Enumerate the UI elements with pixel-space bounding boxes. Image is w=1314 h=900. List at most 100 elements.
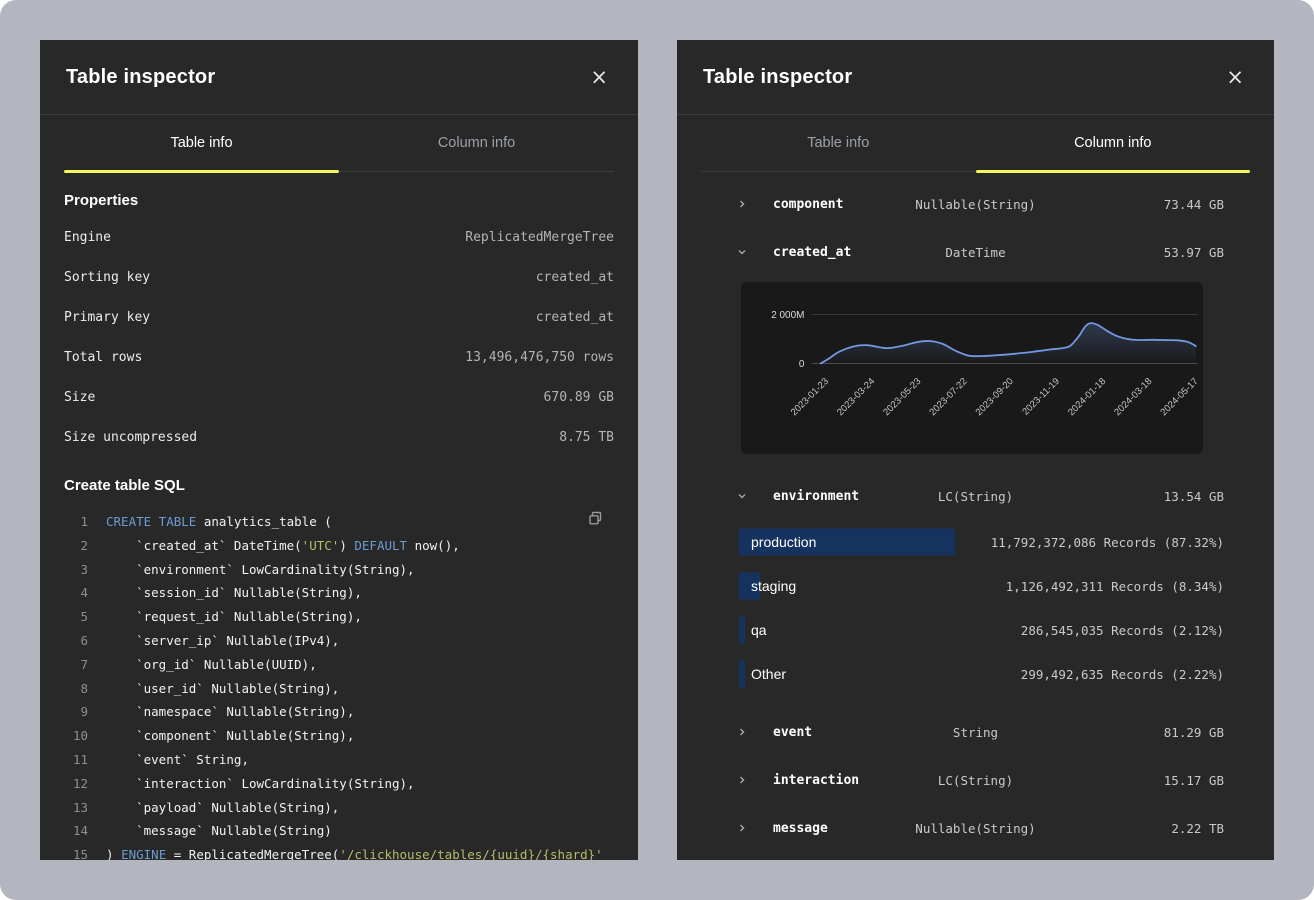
copy-icon[interactable] bbox=[587, 510, 604, 530]
tab-column-info[interactable]: Column info bbox=[339, 115, 614, 171]
svg-text:2023-05-23: 2023-05-23 bbox=[881, 376, 923, 418]
chevron-down-icon bbox=[737, 246, 749, 258]
sql-source: CREATE TABLE analytics_table ( bbox=[106, 510, 332, 534]
dialog-header: Table inspector × bbox=[40, 40, 638, 115]
sql-line: 8 `user_id` Nullable(String), bbox=[64, 677, 614, 701]
value-bar-row-staging: staging 1,126,492,311 Records (8.34%) bbox=[701, 564, 1250, 608]
value-label: Other bbox=[751, 666, 786, 682]
line-number: 2 bbox=[64, 534, 88, 558]
column-size: 53.97 GB bbox=[1164, 245, 1224, 260]
chevron-right-icon bbox=[737, 822, 749, 834]
sql-line: 9 `namespace` Nullable(String), bbox=[64, 700, 614, 724]
column-row-message[interactable]: messageNullable(String)2.22 TB bbox=[701, 804, 1250, 852]
sql-line: 15) ENGINE = ReplicatedMergeTree('/click… bbox=[64, 843, 614, 860]
property-row-primary-key: Primary key created_at bbox=[64, 297, 614, 337]
property-value: 670.89 GB bbox=[544, 390, 614, 405]
column-row-environment[interactable]: environmentLC(String)13.54 GB bbox=[701, 472, 1250, 520]
property-row-sorting-key: Sorting keycreated_at bbox=[64, 257, 614, 297]
line-number: 1 bbox=[64, 510, 88, 534]
sql-source: `namespace` Nullable(String), bbox=[106, 700, 354, 724]
column-row-component[interactable]: component Nullable(String) 73.44 GB bbox=[701, 180, 1250, 228]
value-label: staging bbox=[751, 578, 796, 594]
line-number: 4 bbox=[64, 581, 88, 605]
column-type: String bbox=[953, 725, 998, 740]
svg-text:0: 0 bbox=[799, 359, 805, 370]
close-icon[interactable]: × bbox=[1222, 65, 1248, 90]
line-number: 6 bbox=[64, 629, 88, 653]
value-bar-row-qa: qa286,545,035 Records (2.12%) bbox=[701, 608, 1250, 652]
table-info-scroll-area[interactable]: Properties EngineReplicatedMergeTreeSort… bbox=[40, 172, 638, 860]
sql-source: `created_at` DateTime('UTC') DEFAULT now… bbox=[106, 534, 460, 558]
svg-text:2024-03-18: 2024-03-18 bbox=[1112, 376, 1154, 418]
property-row-engine: Engine ReplicatedMergeTree bbox=[64, 217, 614, 257]
sql-line: 13 `payload` Nullable(String), bbox=[64, 796, 614, 820]
line-number: 10 bbox=[64, 724, 88, 748]
sql-line: 14 `message` Nullable(String) bbox=[64, 819, 614, 843]
value-count: 1,126,492,311 Records (8.34%) bbox=[1006, 579, 1224, 594]
sql-line: 3 `environment` LowCardinality(String), bbox=[64, 558, 614, 582]
property-label: Size bbox=[64, 390, 95, 405]
dialog-title: Table inspector bbox=[703, 66, 852, 89]
tab-bar: Table infoColumn info bbox=[701, 115, 1250, 172]
svg-text:2 000M: 2 000M bbox=[771, 310, 804, 321]
table-inspector-dialog-table-info: Table inspector × Table infoColumn info … bbox=[40, 40, 638, 860]
column-name: component bbox=[773, 197, 843, 212]
svg-text:2024-01-18: 2024-01-18 bbox=[1066, 376, 1108, 418]
line-number: 3 bbox=[64, 558, 88, 582]
sql-code-block: 1CREATE TABLE analytics_table (2 `create… bbox=[64, 510, 614, 860]
sql-source: `event` String, bbox=[106, 748, 249, 772]
value-bar-row-other: Other299,492,635 Records (2.22%) bbox=[701, 652, 1250, 696]
property-label: Engine bbox=[64, 230, 111, 245]
value-bar-row-production: production11,792,372,086 Records (87.32%… bbox=[701, 520, 1250, 564]
sql-line: 11 `event` String, bbox=[64, 748, 614, 772]
value-bar bbox=[739, 617, 745, 644]
line-number: 13 bbox=[64, 796, 88, 820]
chevron-right-icon bbox=[737, 198, 749, 210]
column-row-interaction[interactable]: interactionLC(String)15.17 GB bbox=[701, 756, 1250, 804]
property-row-size-uncompressed: Size uncompressed 8.75 TB bbox=[64, 417, 614, 457]
column-size: 15.17 GB bbox=[1164, 773, 1224, 788]
column-row-event[interactable]: eventString81.29 GB bbox=[701, 708, 1250, 756]
svg-text:2023-09-20: 2023-09-20 bbox=[974, 376, 1016, 418]
sql-line: 7 `org_id` Nullable(UUID), bbox=[64, 653, 614, 677]
column-type: LC(String) bbox=[938, 773, 1013, 788]
tab-table-info[interactable]: Table info bbox=[64, 115, 339, 171]
sql-source: `request_id` Nullable(String), bbox=[106, 605, 362, 629]
line-number: 11 bbox=[64, 748, 88, 772]
column-info-scroll-area[interactable]: component Nullable(String) 73.44 GB created… bbox=[677, 172, 1274, 860]
property-value: created_at bbox=[536, 310, 614, 325]
svg-text:2024-05-17: 2024-05-17 bbox=[1158, 376, 1200, 418]
tab-table-info[interactable]: Table info bbox=[701, 115, 976, 171]
sql-source: `interaction` LowCardinality(String), bbox=[106, 772, 415, 796]
sql-source: `message` Nullable(String) bbox=[106, 819, 332, 843]
column-type: DateTime bbox=[945, 245, 1005, 260]
value-count: 286,545,035 Records (2.12%) bbox=[1021, 623, 1224, 638]
column-name: created_at bbox=[773, 245, 851, 260]
property-label: Size uncompressed bbox=[64, 430, 197, 445]
sql-source: `environment` LowCardinality(String), bbox=[106, 558, 415, 582]
create-table-sql-heading: Create table SQL bbox=[64, 477, 614, 494]
column-name: message bbox=[773, 821, 828, 836]
column-name: environment bbox=[773, 489, 859, 504]
tab-column-info[interactable]: Column info bbox=[976, 115, 1251, 171]
column-size: 13.54 GB bbox=[1164, 489, 1224, 504]
dialog-header: Table inspector × bbox=[677, 40, 1274, 115]
sql-source: `user_id` Nullable(String), bbox=[106, 677, 339, 701]
close-icon[interactable]: × bbox=[586, 65, 612, 90]
sql-line: 2 `created_at` DateTime('UTC') DEFAULT n… bbox=[64, 534, 614, 558]
property-label: Total rows bbox=[64, 350, 142, 365]
sql-line: 10 `component` Nullable(String), bbox=[64, 724, 614, 748]
property-value: 8.75 TB bbox=[559, 430, 614, 445]
property-value: ReplicatedMergeTree bbox=[465, 230, 614, 245]
column-size: 73.44 GB bbox=[1164, 197, 1224, 212]
column-size: 81.29 GB bbox=[1164, 725, 1224, 740]
column-row-created-at[interactable]: created_at DateTime 53.97 GB bbox=[701, 228, 1250, 276]
sql-source: `server_ip` Nullable(IPv4), bbox=[106, 629, 339, 653]
column-type: Nullable(String) bbox=[915, 197, 1035, 212]
property-row-total-rows: Total rows13,496,476,750 rows bbox=[64, 337, 614, 377]
line-number: 14 bbox=[64, 819, 88, 843]
property-label: Primary key bbox=[64, 310, 150, 325]
value-label: production bbox=[751, 534, 816, 550]
column-size: 2.22 TB bbox=[1171, 821, 1224, 836]
property-row-size: Size 670.89 GB bbox=[64, 377, 614, 417]
